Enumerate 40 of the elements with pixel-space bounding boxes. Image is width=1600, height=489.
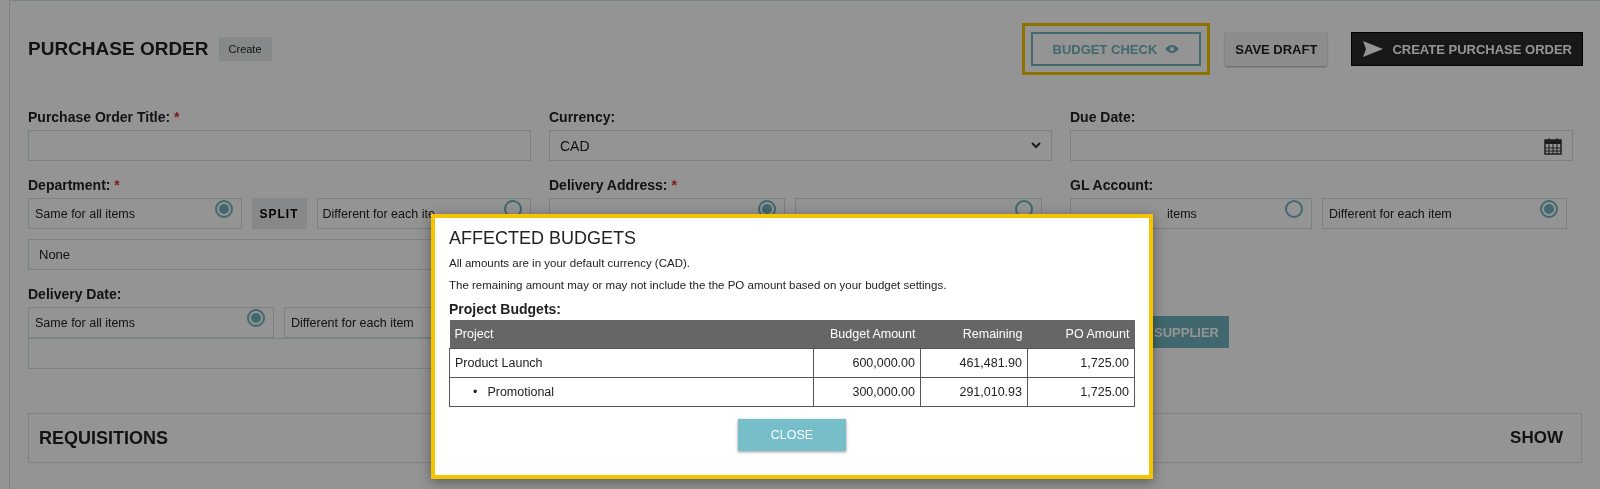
page-title: PURCHASE ORDER [28, 38, 209, 60]
table-cell: 1,725.00 [1027, 377, 1135, 407]
radio-option[interactable]: Same for all items [28, 307, 274, 338]
column-header: Project [449, 320, 814, 349]
field-label: Purchase Order Title: * [28, 109, 181, 125]
action-button[interactable]: SAVE DRAFT [1225, 32, 1328, 66]
field-label: GL Account: [1070, 177, 1155, 193]
field-label: Currency: [549, 109, 617, 125]
table-cell: 600,000.00 [813, 348, 921, 378]
table-cell: • Promotional [449, 377, 814, 407]
radio-icon[interactable] [1540, 200, 1558, 218]
chevron-icon [1031, 142, 1041, 149]
dialog-note: The remaining amount may or may not include the the PO amount based on your budget settings. [449, 279, 948, 291]
section-title: REQUISITIONS [39, 427, 168, 449]
table-cell: 291,010.93 [920, 377, 1028, 407]
radio-option[interactable]: Different for each item [1322, 198, 1567, 229]
field-label: Due Date: [1070, 109, 1137, 125]
radio-icon[interactable] [214, 200, 233, 218]
status-badge: Create [218, 37, 272, 61]
show-toggle[interactable]: SHOW [1510, 428, 1563, 448]
field-label: Department: * [28, 177, 121, 193]
column-header: Budget Amount [813, 320, 921, 349]
radio-option[interactable]: Same for all items [28, 198, 242, 229]
eye-icon [1165, 44, 1180, 54]
table-cell: 461,481.90 [920, 348, 1028, 378]
table-cell: 1,725.00 [1027, 348, 1135, 378]
split-button[interactable]: SPLIT [251, 198, 307, 229]
calendar-icon [1544, 136, 1562, 155]
currency-select[interactable]: CAD [549, 130, 1052, 161]
title-input[interactable] [28, 130, 531, 161]
date-input[interactable] [1070, 130, 1573, 161]
field-label: Delivery Address: * [549, 177, 678, 193]
send-icon [1362, 40, 1385, 58]
action-button[interactable]: CREATE PURCHASE ORDER [1351, 32, 1583, 66]
radio-icon[interactable] [247, 309, 265, 327]
table-cell: Product Launch [449, 348, 814, 378]
column-header: PO Amount [1027, 320, 1135, 349]
radio-icon[interactable] [1285, 200, 1303, 218]
column-header: Remaining [920, 320, 1028, 349]
table-cell: 300,000.00 [813, 377, 921, 407]
